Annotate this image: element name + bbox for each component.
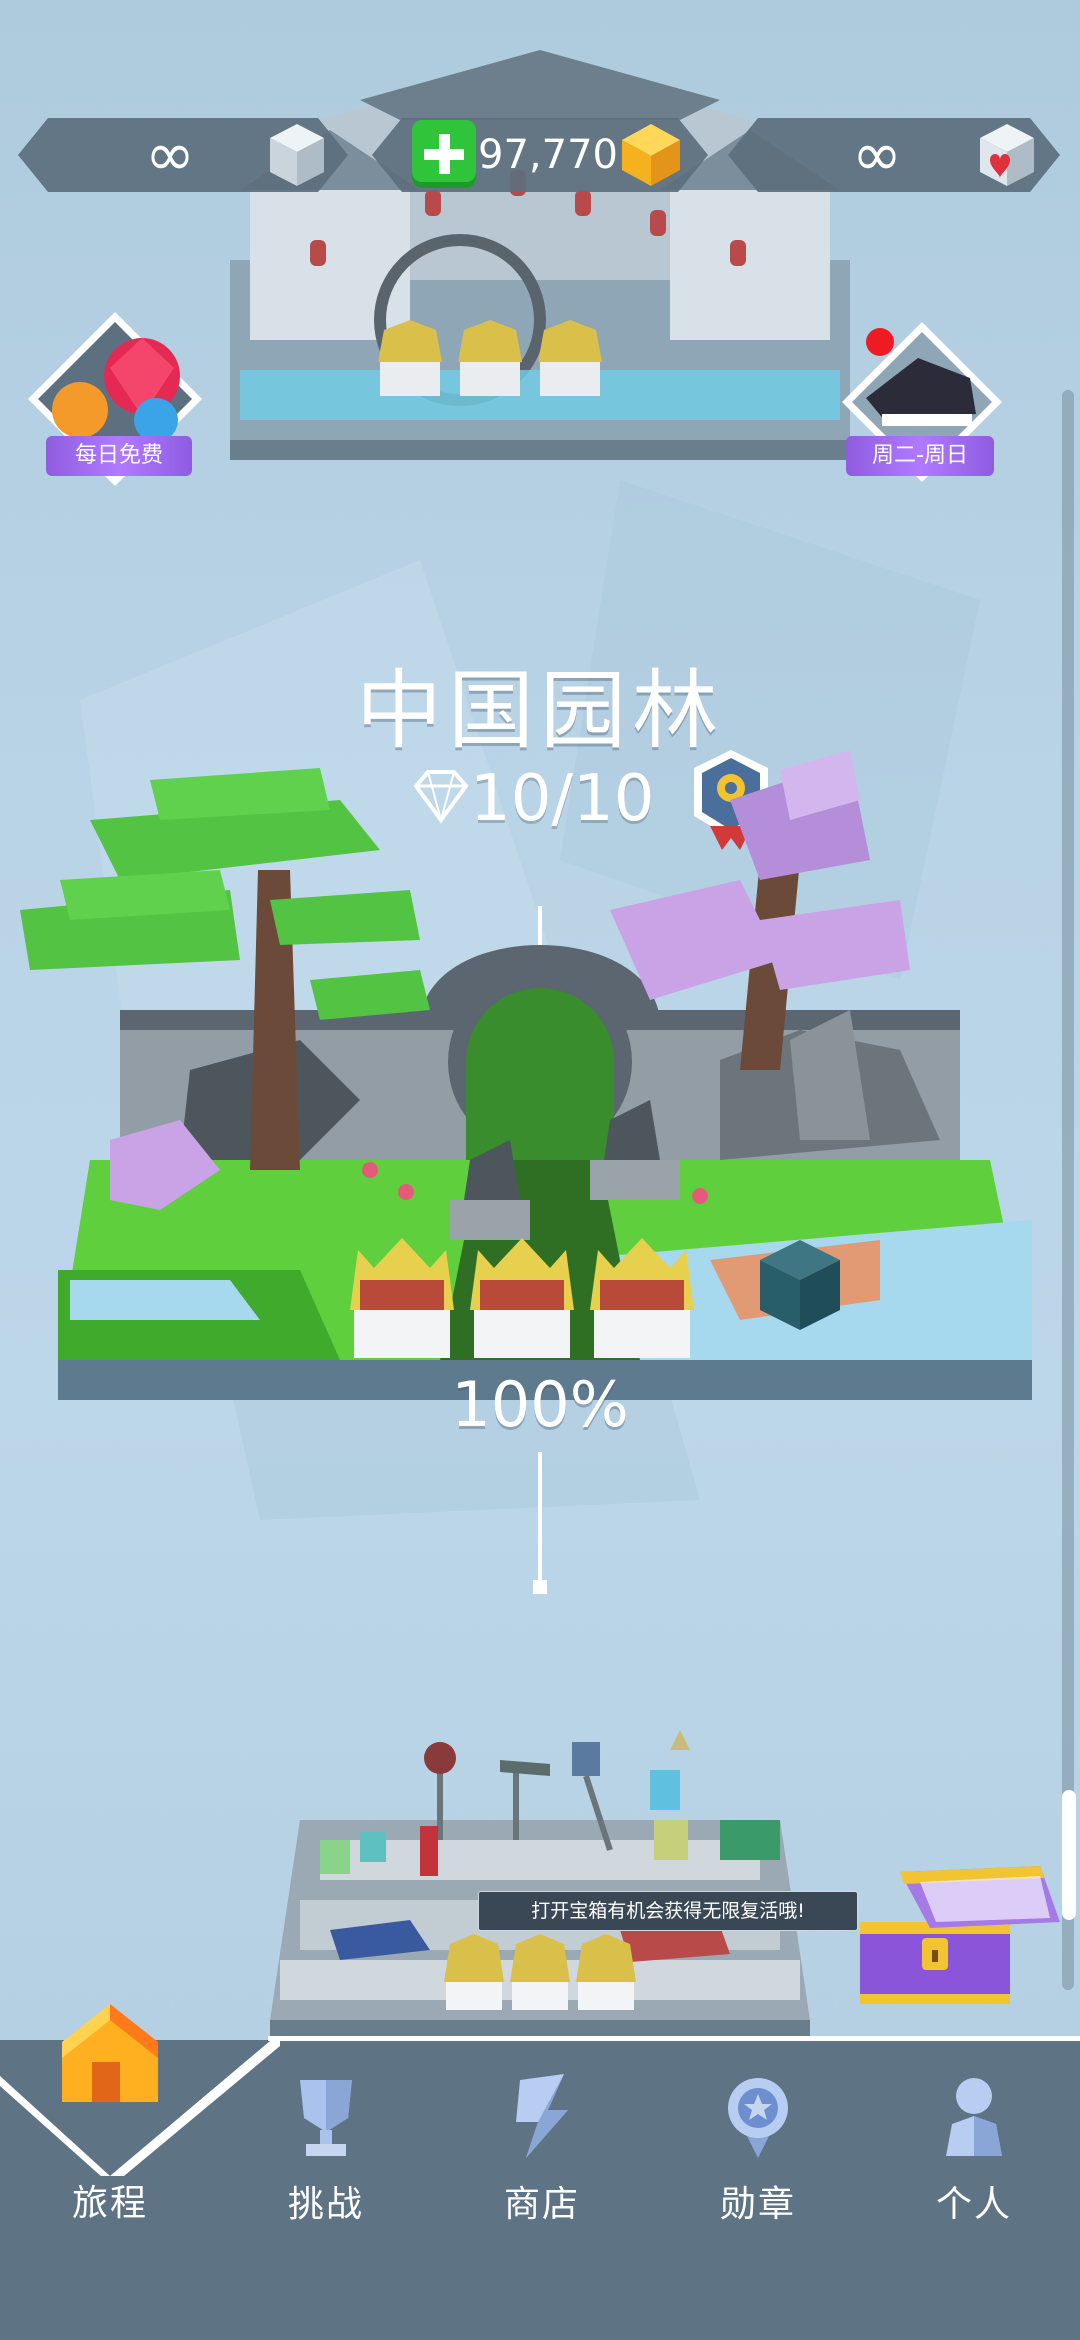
nav-tab-challenge[interactable]: 挑战 xyxy=(218,2050,434,2340)
nav-label-profile: 个人 xyxy=(935,2184,1012,2225)
house-icon xyxy=(62,2004,158,2102)
nav-label-challenge: 挑战 xyxy=(287,2184,364,2225)
nav-label-shop: 商店 xyxy=(503,2184,580,2225)
next-level-diorama[interactable] xyxy=(260,1730,820,2040)
treasure-chest-icon[interactable] xyxy=(840,1862,1070,2022)
heart-cube-icon xyxy=(980,124,1034,186)
nav-tab-profile[interactable]: 个人 xyxy=(866,2050,1080,2340)
level-path-line-bottom xyxy=(538,1452,542,1586)
chest-tip-tooltip: 打开宝箱有机会获得无限复活哦! xyxy=(478,1891,858,1931)
scrollbar-track[interactable] xyxy=(1062,390,1074,1990)
level-path-node-bottom xyxy=(533,1580,547,1594)
nav-tab-journey[interactable]: 旅程 xyxy=(2,2004,218,2340)
weekend-event-label[interactable]: 周二-周日 xyxy=(846,436,994,476)
nav-label-journey: 旅程 xyxy=(71,2183,148,2224)
daily-free-label[interactable]: 每日免费 xyxy=(46,436,192,476)
gold-gem-icon xyxy=(622,124,680,186)
nav-label-medal: 勋章 xyxy=(719,2184,796,2225)
scrollbar-thumb[interactable] xyxy=(1062,1790,1076,1920)
add-diamonds-button[interactable] xyxy=(412,120,476,188)
nav-tab-medal[interactable]: 勋章 xyxy=(650,2050,866,2340)
lives-value: ∞ xyxy=(145,120,195,190)
previous-level-diorama[interactable] xyxy=(210,40,870,460)
trophy-icon xyxy=(300,2080,352,2156)
person-icon xyxy=(946,2078,1002,2156)
shop-icon xyxy=(516,2074,568,2158)
medal-icon xyxy=(728,2078,788,2158)
chinese-garden-diorama[interactable] xyxy=(0,740,1080,1460)
nav-top-border xyxy=(268,2036,1080,2041)
nav-tab-shop[interactable]: 商店 xyxy=(434,2050,650,2340)
diamond-balance: 97,770 xyxy=(478,132,618,178)
lives-cube-icon xyxy=(270,124,324,186)
level-completion: 100% xyxy=(451,1368,629,1441)
hearts-value: ∞ xyxy=(852,120,902,190)
